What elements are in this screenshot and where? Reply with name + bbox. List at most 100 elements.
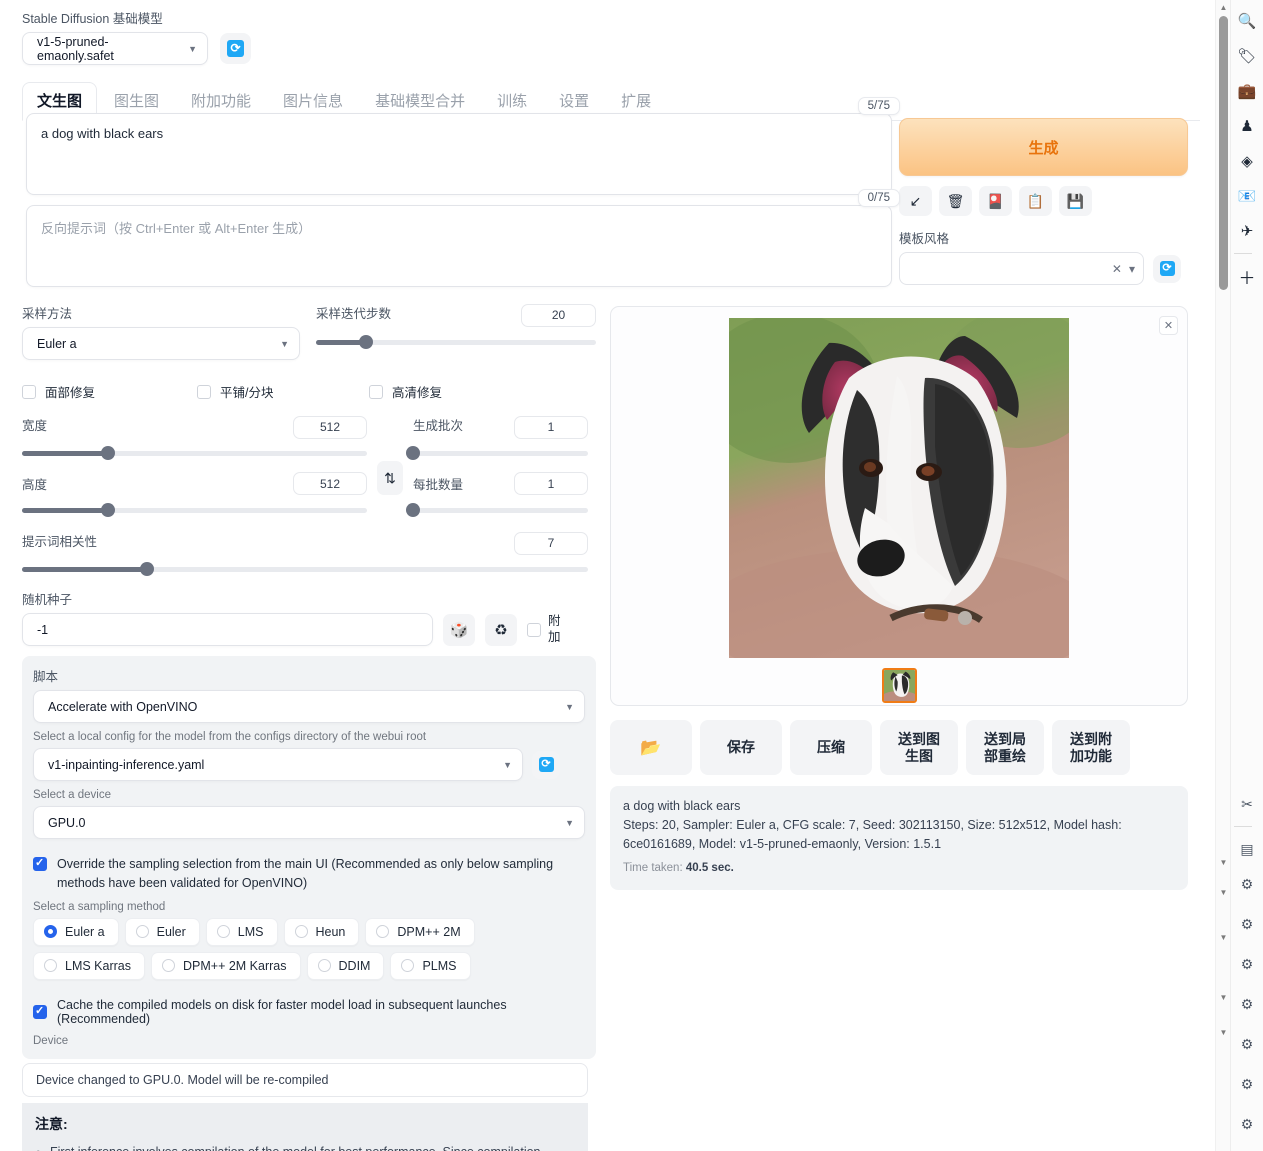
override-checkbox[interactable] bbox=[33, 857, 47, 871]
sidebar-tag-icon[interactable]: 🏷 bbox=[1234, 43, 1260, 69]
sidebar-outlook-icon[interactable]: 📧 bbox=[1234, 183, 1260, 209]
scroll-down-arrow[interactable]: ▼ bbox=[1216, 990, 1231, 1005]
sampler-radio-plms[interactable]: PLMS bbox=[390, 952, 470, 980]
radio-button[interactable] bbox=[376, 925, 389, 938]
radio-button[interactable] bbox=[318, 959, 331, 972]
cfg-value[interactable]: 7 bbox=[514, 532, 588, 555]
sidebar-search-icon[interactable]: 🔍 bbox=[1234, 8, 1260, 34]
refresh-config-button[interactable]: ⟳ bbox=[532, 751, 560, 779]
trash-icon: 🗑 bbox=[947, 193, 965, 210]
batch-count-slider[interactable] bbox=[413, 446, 588, 460]
send-to-inpaint-button[interactable]: 送到局 部重绘 bbox=[966, 720, 1044, 775]
sampler-radio-heun[interactable]: Heun bbox=[284, 918, 360, 946]
sampler-dropdown[interactable]: Euler a ▼ bbox=[22, 327, 300, 360]
styles-dropdown[interactable]: ✕ ▾ bbox=[899, 252, 1144, 285]
swap-dimensions-button[interactable]: ⇅ bbox=[377, 461, 403, 495]
sampler-radio-dpm-2m-karras[interactable]: DPM++ 2M Karras bbox=[151, 952, 301, 980]
height-slider[interactable] bbox=[22, 503, 367, 517]
radio-button[interactable] bbox=[44, 959, 57, 972]
checkbox-box[interactable] bbox=[197, 385, 211, 399]
scroll-down-arrow[interactable]: ▼ bbox=[1216, 855, 1231, 870]
open-folder-button[interactable]: 📂 bbox=[610, 720, 692, 775]
page-scrollbar[interactable]: ▲ ▼ ▼ ▼ ▼ ▼ bbox=[1215, 0, 1230, 1151]
feature-checkbox-2[interactable]: 高清修复 bbox=[369, 382, 569, 401]
refresh-models-button[interactable]: ⟳ bbox=[220, 33, 251, 64]
radio-button[interactable] bbox=[401, 959, 414, 972]
sidebar-gear-icon-5[interactable]: ⚙ bbox=[1234, 991, 1260, 1017]
seed-input[interactable]: -1 bbox=[22, 613, 433, 646]
sidebar-gear-icon-6[interactable]: ⚙ bbox=[1234, 1031, 1260, 1057]
scroll-down-arrow[interactable]: ▼ bbox=[1216, 1025, 1231, 1040]
close-gallery-button[interactable]: ✕ bbox=[1159, 316, 1178, 335]
checkbox-box[interactable] bbox=[22, 385, 36, 399]
sidebar-gear-icon-2[interactable]: ⚙ bbox=[1234, 871, 1260, 897]
feature-checkbox-1[interactable]: 平铺/分块 bbox=[197, 382, 369, 401]
radio-button[interactable] bbox=[136, 925, 149, 938]
clear-styles-icon[interactable]: ✕ bbox=[1112, 262, 1122, 276]
save-button[interactable]: 保存 bbox=[700, 720, 782, 775]
script-dropdown[interactable]: Accelerate with OpenVINO ▼ bbox=[33, 690, 585, 723]
sidebar-copilot-icon[interactable]: ◈ bbox=[1234, 148, 1260, 174]
config-dropdown[interactable]: v1-inpainting-inference.yaml ▼ bbox=[33, 748, 523, 781]
radio-button[interactable] bbox=[162, 959, 175, 972]
zip-button[interactable]: 压缩 bbox=[790, 720, 872, 775]
sampler-radio-dpm-2m[interactable]: DPM++ 2M bbox=[365, 918, 474, 946]
sidebar-briefcase-icon[interactable]: 💼 bbox=[1234, 78, 1260, 104]
checkbox-box[interactable] bbox=[369, 385, 383, 399]
random-seed-button[interactable]: 🎲 bbox=[443, 614, 475, 646]
save-icon[interactable]: 💾 bbox=[1059, 186, 1092, 216]
sidebar-gear-icon-8[interactable]: ⚙ bbox=[1234, 1111, 1260, 1137]
radio-button[interactable] bbox=[217, 925, 230, 938]
sidebar-gear-icon-4[interactable]: ⚙ bbox=[1234, 951, 1260, 977]
radio-button[interactable] bbox=[295, 925, 308, 938]
sampler-radio-euler-a[interactable]: Euler a bbox=[33, 918, 119, 946]
arrow-down-left-icon[interactable]: ↙ bbox=[899, 186, 932, 216]
positive-prompt-input[interactable]: a dog with black ears bbox=[26, 113, 892, 195]
sampler-radio-lms-karras[interactable]: LMS Karras bbox=[33, 952, 145, 980]
sampler-radio-lms[interactable]: LMS bbox=[206, 918, 278, 946]
width-value[interactable]: 512 bbox=[293, 416, 367, 439]
device-dropdown[interactable]: GPU.0 ▼ bbox=[33, 806, 585, 839]
style-card-icon[interactable]: 🎴 bbox=[979, 186, 1012, 216]
width-slider[interactable] bbox=[22, 446, 367, 460]
send-to-img2img-button[interactable]: 送到图 生图 bbox=[880, 720, 958, 775]
override-checkbox-row[interactable]: Override the sampling selection from the… bbox=[33, 855, 585, 893]
scroll-down-arrow[interactable]: ▼ bbox=[1216, 930, 1231, 945]
refresh-icon: ⟳ bbox=[1160, 261, 1175, 276]
sampler-radio-ddim[interactable]: DDIM bbox=[307, 952, 385, 980]
clipboard-icon[interactable]: 📋 bbox=[1019, 186, 1052, 216]
cache-checkbox-row[interactable]: Cache the compiled models on disk for fa… bbox=[33, 998, 585, 1026]
radio-button[interactable] bbox=[44, 925, 57, 938]
batch-size-slider[interactable] bbox=[413, 503, 588, 517]
negative-prompt-input[interactable]: 反向提示词（按 Ctrl+Enter 或 Alt+Enter 生成） bbox=[26, 205, 892, 287]
cfg-slider[interactable] bbox=[22, 562, 588, 576]
trash-icon[interactable]: 🗑 bbox=[939, 186, 972, 216]
feature-checkbox-0[interactable]: 面部修复 bbox=[22, 382, 197, 401]
model-dropdown[interactable]: v1-5-pruned-emaonly.safet ▼ bbox=[22, 32, 208, 65]
generated-image[interactable] bbox=[729, 318, 1069, 658]
refresh-styles-button[interactable]: ⟳ bbox=[1153, 255, 1181, 283]
radio-label: LMS bbox=[238, 925, 264, 939]
extra-seed-checkbox[interactable] bbox=[527, 623, 541, 637]
cache-checkbox[interactable] bbox=[33, 1005, 47, 1019]
generate-button[interactable]: 生成 bbox=[899, 118, 1188, 176]
steps-slider[interactable] bbox=[316, 335, 596, 349]
sidebar-gear-icon-3[interactable]: ⚙ bbox=[1234, 911, 1260, 937]
sidebar-gear-icon-7[interactable]: ⚙ bbox=[1234, 1071, 1260, 1097]
scroll-up-arrow[interactable]: ▲ bbox=[1216, 0, 1231, 15]
send-to-extras-button[interactable]: 送到附 加功能 bbox=[1052, 720, 1130, 775]
sidebar-chess-icon[interactable]: ♟ bbox=[1234, 113, 1260, 139]
sampler-radio-euler[interactable]: Euler bbox=[125, 918, 200, 946]
batch-count-value[interactable]: 1 bbox=[514, 416, 588, 439]
sidebar-add-icon[interactable]: ＋ bbox=[1234, 263, 1260, 289]
sidebar-snip-tool-icon-0[interactable]: ✂ bbox=[1234, 791, 1260, 817]
reuse-seed-button[interactable]: ♻ bbox=[485, 614, 517, 646]
sidebar-split-panel-icon-1[interactable]: ▤ bbox=[1234, 836, 1260, 862]
sidebar-telegram-icon[interactable]: ✈ bbox=[1234, 218, 1260, 244]
height-value[interactable]: 512 bbox=[293, 472, 367, 495]
batch-size-value[interactable]: 1 bbox=[514, 472, 588, 495]
scrollbar-thumb[interactable] bbox=[1219, 16, 1228, 290]
thumbnail-item[interactable] bbox=[882, 668, 917, 703]
steps-value[interactable]: 20 bbox=[521, 304, 596, 327]
scroll-down-arrow[interactable]: ▼ bbox=[1216, 885, 1231, 900]
